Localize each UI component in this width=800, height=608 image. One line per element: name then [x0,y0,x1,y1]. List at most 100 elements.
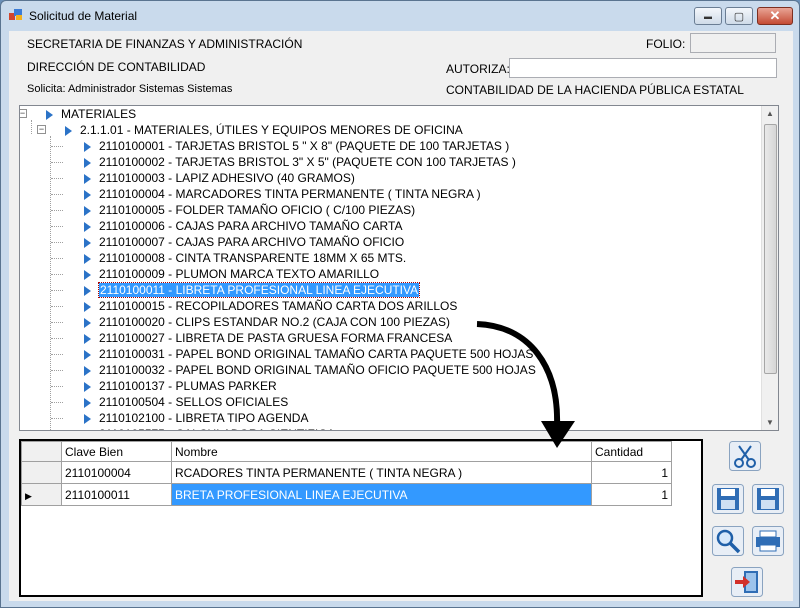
title-bar[interactable]: Solicitud de Material ▬ ▢ ✕ [1,1,799,31]
autoriza-field[interactable] [509,58,777,78]
table-row[interactable]: ▶ 2110100011 BRETA PROFESIONAL LINEA EJE… [21,483,672,506]
close-icon: ✕ [769,8,781,23]
materials-tree[interactable]: ▲ ▼ − MATERIALES − 2.1.1.01 - MATERIALES, Ú… [19,105,779,431]
tree-node-icon [84,253,91,264]
tree-item[interactable]: 2110100011 - LIBRETA PROFESIONAL LINEA E… [84,282,421,298]
tree-item-label: 2110100008 - CINTA TRANSPARENTE 18MM X 6… [99,251,407,265]
tree-guide-line [51,162,63,163]
save-button[interactable] [711,483,745,515]
tree-item-label: 2110100011 - LIBRETA PROFESIONAL LINEA E… [97,282,421,298]
tree-item[interactable]: 2110100009 - PLUMON MARCA TEXTO AMARILLO [84,266,379,282]
tree-guide-line [51,194,63,195]
cell-cantidad[interactable]: 1 [591,461,672,484]
scroll-down-icon[interactable]: ▼ [766,418,774,427]
tree-item[interactable]: 2110100137 - PLUMAS PARKER [84,378,277,394]
tree-item[interactable]: 2110100015 - RECOPILADORES TAMAÑO CARTA … [84,298,457,314]
window-title: Solicitud de Material [29,9,138,23]
row-header-current[interactable]: ▶ [21,483,62,506]
tree-node-icon [84,413,91,424]
table-row[interactable]: 2110100004 RCADORES TINTA PERMANENTE ( T… [21,461,672,484]
tree-category-label: 2.1.1.01 - MATERIALES, ÚTILES Y EQUIPOS … [80,123,463,137]
tree-item[interactable]: 2110100020 - CLIPS ESTANDAR NO.2 (CAJA C… [84,314,450,330]
tree-item-label: 2110105575 - CALCULADORA CIENTIFICA [99,427,335,430]
solicita-label: Solicita: Administrador Sistemas Sistema… [27,83,233,95]
exit-button[interactable] [730,566,764,598]
tree-node-icon [84,237,91,248]
tree-guide-line [51,146,63,147]
tree-item[interactable]: 2110105575 - CALCULADORA CIENTIFICA [84,426,335,430]
tree-item-label: 2110100001 - TARJETAS BRISTOL 5 " X 8" (… [99,139,510,153]
tree-guide-line [51,370,63,371]
tree-item[interactable]: 2110100006 - CAJAS PARA ARCHIVO TAMAÑO C… [84,218,402,234]
tree-item[interactable]: 2110100005 - FOLDER TAMAÑO OFICIO ( C/10… [84,202,415,218]
cell-nombre[interactable]: RCADORES TINTA PERMANENTE ( TINTA NEGRA … [171,461,592,484]
cut-icon [729,441,761,471]
tree-category[interactable]: 2.1.1.01 - MATERIALES, ÚTILES Y EQUIPOS … [65,122,463,138]
row-header[interactable] [21,461,62,484]
tree-guide-line [51,178,63,179]
tree-root[interactable]: MATERIALES [46,106,136,122]
tree-item[interactable]: 2110100001 - TARJETAS BRISTOL 5 " X 8" (… [84,138,509,154]
tree-category-expander-icon[interactable]: − [37,125,46,134]
scroll-thumb[interactable] [764,124,777,374]
col-clave-header[interactable]: Clave Bien [61,441,172,462]
tree-item[interactable]: 2110102100 - LIBRETA TIPO AGENDA [84,410,308,426]
app-icon [9,9,23,21]
tree-item[interactable]: 2110100004 - MARCADORES TINTA PERMANENTE… [84,186,481,202]
tree-node-icon [84,429,91,430]
tree-guide-line [51,226,63,227]
direccion-label: DIRECCIÓN DE CONTABILIDAD [27,60,206,74]
tree-item-label: 2110100137 - PLUMAS PARKER [99,379,277,393]
save-as-button[interactable] [751,483,785,515]
tree-item-label: 2110100027 - LIBRETA DE PASTA GRUESA FOR… [99,331,453,345]
tree-item[interactable]: 2110100007 - CAJAS PARA ARCHIVO TAMAÑO O… [84,234,404,250]
tree-guide-line [51,290,63,291]
close-button[interactable]: ✕ [757,7,793,25]
tree-item[interactable]: 2110100008 - CINTA TRANSPARENTE 18MM X 6… [84,250,406,266]
tree-node-icon [84,381,91,392]
maximize-button[interactable]: ▢ [725,7,753,25]
tree-guide-line [51,274,63,275]
cell-clave[interactable]: 2110100004 [61,461,172,484]
tree-guide-line [51,258,63,259]
print-button[interactable] [751,525,785,557]
col-cantidad-header[interactable]: Cantidad [591,441,672,462]
tree-node-icon [84,397,91,408]
tree-node-icon [84,221,91,232]
scroll-up-icon[interactable]: ▲ [766,109,774,118]
tree-guide-line [51,322,63,323]
tree-scrollbar[interactable]: ▲ ▼ [761,106,778,430]
tree-guide-line [51,338,63,339]
save-as-icon [752,484,784,514]
tree-node-icon [84,141,91,152]
tree-item-label: 2110100009 - PLUMON MARCA TEXTO AMARILLO [99,267,380,281]
tree-item[interactable]: 2110100504 - SELLOS OFICIALES [84,394,288,410]
tree-item-label: 2110100504 - SELLOS OFICIALES [99,395,289,409]
tree-item-label: 2110100002 - TARJETAS BRISTOL 3" X 5" (P… [99,155,516,169]
tree-item[interactable]: 2110100027 - LIBRETA DE PASTA GRUESA FOR… [84,330,452,346]
annotation-arrow-icon [476,321,575,448]
autoriza-label: AUTORIZA: [446,62,510,76]
requested-items-grid[interactable]: Clave Bien Nombre Cantidad 2110100004 RC… [19,439,703,597]
tree-node-icon [84,189,91,200]
tree-node-icon [46,109,53,120]
cut-button[interactable] [728,440,762,472]
tree-root-expander-icon[interactable]: − [20,109,27,118]
form-body: SECRETARIA DE FINANZAS Y ADMINISTRACIÓN … [9,31,793,601]
cell-cantidad[interactable]: 1 [591,483,672,506]
tree-node-icon [84,205,91,216]
search-button[interactable] [711,525,745,557]
tree-guide-line [51,354,63,355]
minimize-button[interactable]: ▬ [694,7,722,25]
tree-item-label: 2110100015 - RECOPILADORES TAMAÑO CARTA … [99,299,458,313]
minimize-icon: ▬ [704,11,712,21]
folio-field[interactable] [690,33,776,53]
tree-item[interactable]: 2110100002 - TARJETAS BRISTOL 3" X 5" (P… [84,154,516,170]
folio-label: FOLIO: [646,37,686,51]
cell-clave[interactable]: 2110100011 [61,483,172,506]
tree-guide-line [51,386,63,387]
tree-item[interactable]: 2110100003 - LAPIZ ADHESIVO (40 GRAMOS) [84,170,355,186]
cell-nombre[interactable]: BRETA PROFESIONAL LINEA EJECUTIVA [171,483,592,506]
tree-node-icon [65,125,72,136]
tree-guide-line [51,242,63,243]
